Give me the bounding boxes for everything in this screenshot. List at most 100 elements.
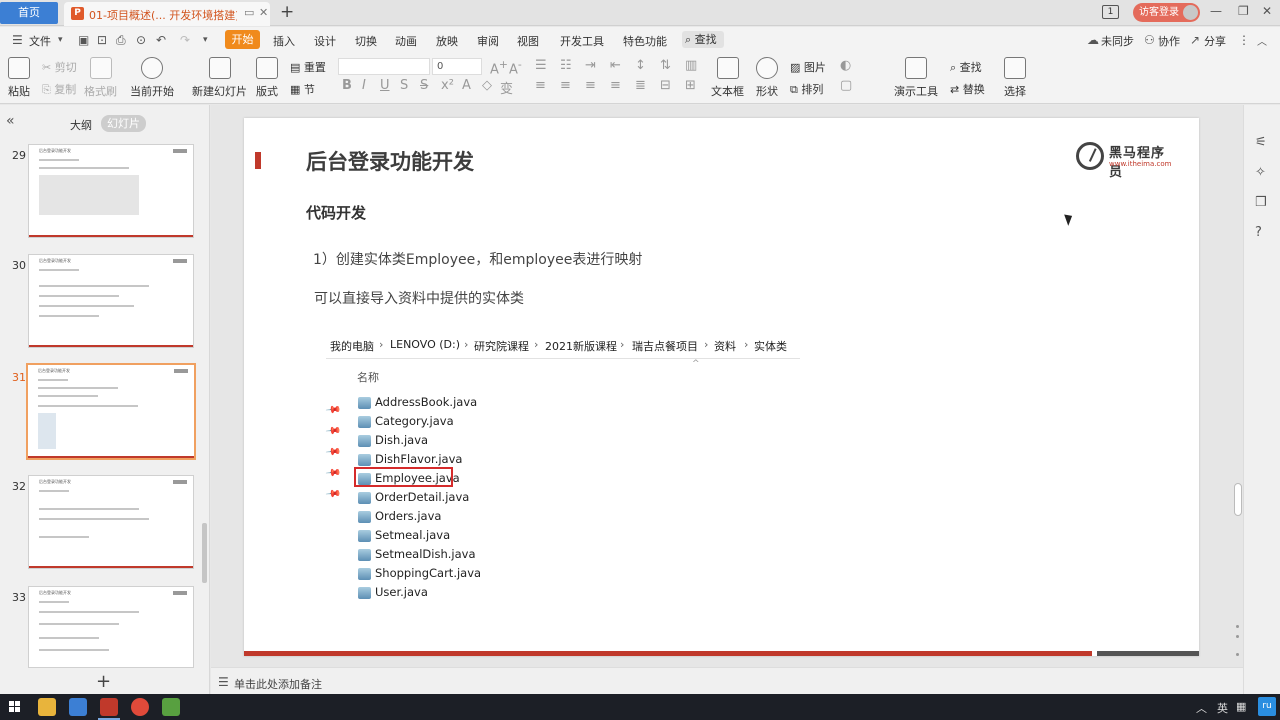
customize-icon[interactable]: ▾ (203, 35, 208, 45)
print-icon[interactable]: ⎙ (116, 33, 126, 48)
share-button[interactable]: 分享 (1204, 33, 1226, 49)
slide-thumbnail-30[interactable]: 后台登录功能开发 (28, 254, 194, 348)
align-text-icon[interactable]: ⊟ (660, 78, 671, 93)
char-spacing-icon[interactable]: 变 (500, 78, 513, 97)
visitor-login-button[interactable]: 访客登录 (1133, 3, 1200, 22)
section-button[interactable]: ▦ 节 (290, 81, 315, 97)
select-button[interactable]: 选择 (1004, 57, 1026, 99)
distribute-icon[interactable]: ≣ (635, 78, 646, 93)
restore-icon[interactable]: ❐ (1238, 4, 1249, 18)
menu-special-features[interactable]: 特色功能 (623, 33, 667, 49)
font-size-input[interactable]: 0 (432, 58, 482, 75)
text-box-button[interactable]: 文本框 (711, 57, 744, 99)
menu-transition[interactable]: 切换 (355, 33, 377, 49)
menu-start[interactable]: 开始 (225, 30, 260, 49)
menu-view[interactable]: 视图 (517, 33, 539, 49)
smartart-icon[interactable]: ⊞ (685, 78, 696, 93)
outline-icon[interactable]: ▢ (840, 78, 852, 93)
find-button[interactable]: ⌕ 查找 (950, 59, 982, 75)
menu-review[interactable]: 审阅 (477, 33, 499, 49)
share-icon[interactable]: ↗ (1190, 33, 1200, 47)
close-tab-icon[interactable]: ✕ (259, 6, 268, 19)
editor-app-icon[interactable] (162, 698, 180, 716)
file-explorer-icon[interactable] (38, 698, 56, 716)
windows-start-icon[interactable] (9, 701, 21, 713)
bold-icon[interactable]: B (342, 78, 352, 93)
sync-status[interactable]: 未同步 (1101, 33, 1134, 49)
wps-app-icon[interactable] (69, 698, 87, 716)
hamburger-icon[interactable]: ☰ (12, 33, 23, 47)
align-center-icon[interactable]: ≡ (560, 78, 571, 93)
slide-thumbnail-32[interactable]: 后台登录功能开发 (28, 475, 194, 569)
presentation-tools-button[interactable]: 演示工具 (894, 57, 938, 99)
superscript-icon[interactable]: x² (441, 78, 454, 93)
notification-icon[interactable]: ru (1258, 697, 1276, 716)
align-left-icon[interactable]: ≡ (535, 78, 546, 93)
document-tab[interactable]: P 01-项目概述(... 开发环境搭建) ▭ ✕ (64, 2, 270, 26)
minimize-icon[interactable]: — (1210, 4, 1222, 18)
indent-icon[interactable]: ⇥ (585, 58, 596, 73)
new-slide-button[interactable]: 新建幻灯片 (192, 57, 247, 99)
numbered-list-icon[interactable]: ☷ (560, 58, 572, 73)
replace-button[interactable]: ⇄ 替换 (950, 81, 985, 97)
format-painter-button[interactable]: 格式刷 (84, 57, 117, 99)
ime-indicator[interactable]: 英 (1217, 700, 1228, 716)
chrome-icon[interactable] (131, 698, 149, 716)
menu-insert[interactable]: 插入 (273, 33, 295, 49)
network-icon[interactable]: ▦ (1236, 700, 1246, 713)
bullet-list-icon[interactable]: ☰ (535, 58, 547, 73)
align-right-icon[interactable]: ≡ (585, 78, 596, 93)
screen-icon[interactable]: ▭ (244, 6, 254, 19)
from-current-button[interactable]: 当前开始 (130, 57, 174, 99)
font-name-input[interactable] (338, 58, 430, 75)
collaborate-button[interactable]: 协作 (1158, 33, 1180, 49)
new-tab-button[interactable]: + (280, 2, 294, 22)
animation-pane-icon[interactable]: ✧ (1255, 165, 1266, 180)
menu-file[interactable]: 文件 (29, 33, 51, 49)
text-direction-icon[interactable]: ⇅ (660, 58, 671, 73)
outdent-icon[interactable]: ⇤ (610, 58, 621, 73)
collaborate-icon[interactable]: ⚇ (1144, 33, 1155, 47)
slide-transition-icon[interactable]: ❒ (1255, 195, 1267, 210)
paste-button[interactable]: 粘贴 (8, 57, 30, 99)
copy-button[interactable]: ⎘ 复制 (42, 81, 76, 97)
menu-slideshow[interactable]: 放映 (436, 33, 458, 49)
collapse-panel-icon[interactable]: « (6, 113, 15, 129)
decrease-font-icon[interactable]: A- (509, 58, 522, 77)
slide-thumbnail-31[interactable]: 后台登录功能开发 (26, 363, 196, 460)
menu-developer-tools[interactable]: 开发工具 (560, 33, 604, 49)
fill-icon[interactable]: ◐ (840, 58, 851, 73)
redo-icon[interactable]: ↷ (180, 33, 190, 47)
slide-thumbnail-33[interactable]: 后台登录功能开发 (28, 586, 194, 668)
cut-button[interactable]: ✂ 剪切 (42, 59, 77, 75)
presentation-app-icon[interactable] (98, 698, 120, 720)
menu-animation[interactable]: 动画 (395, 33, 417, 49)
more-icon[interactable]: ⋮ (1238, 33, 1250, 47)
menu-search[interactable]: ⌕ 查找 (682, 31, 724, 48)
tray-chevron-icon[interactable]: ︿ (1196, 700, 1207, 716)
picture-button[interactable]: ▨ 图片 (790, 59, 826, 75)
menu-design[interactable]: 设计 (314, 33, 336, 49)
reset-button[interactable]: ▤ 重置 (290, 59, 326, 75)
underline-icon[interactable]: U (380, 78, 390, 93)
increase-font-icon[interactable]: A+ (490, 58, 508, 77)
slide-thumbnail-29[interactable]: 后台登录功能开发 (28, 144, 194, 238)
line-spacing-icon[interactable]: ↕ (635, 58, 646, 73)
layout-button[interactable]: 版式 (256, 57, 278, 99)
cloud-sync-icon[interactable]: ☁ (1087, 33, 1099, 47)
close-window-icon[interactable]: ✕ (1262, 4, 1272, 18)
preview-icon[interactable]: ⊙ (136, 33, 146, 47)
outline-view-tab[interactable]: 大纲 (70, 117, 92, 133)
arrange-button[interactable]: ⧉ 排列 (790, 81, 823, 97)
canvas-scrollbar[interactable] (1234, 483, 1242, 516)
collapse-ribbon-icon[interactable]: ︿ (1257, 33, 1267, 48)
strikethrough-icon[interactable]: S (420, 78, 428, 93)
window-count-badge[interactable]: 1 (1102, 5, 1119, 19)
notes-area[interactable]: ☰ 单击此处添加备注 (211, 667, 1243, 694)
thumbnail-scrollbar[interactable] (202, 523, 207, 583)
help-icon[interactable]: ? (1255, 225, 1262, 240)
export-icon[interactable]: ⊡ (97, 33, 107, 47)
properties-icon[interactable]: ⚟ (1255, 135, 1267, 150)
shape-button[interactable]: 形状 (756, 57, 778, 99)
save-icon[interactable]: ▣ (78, 33, 89, 47)
